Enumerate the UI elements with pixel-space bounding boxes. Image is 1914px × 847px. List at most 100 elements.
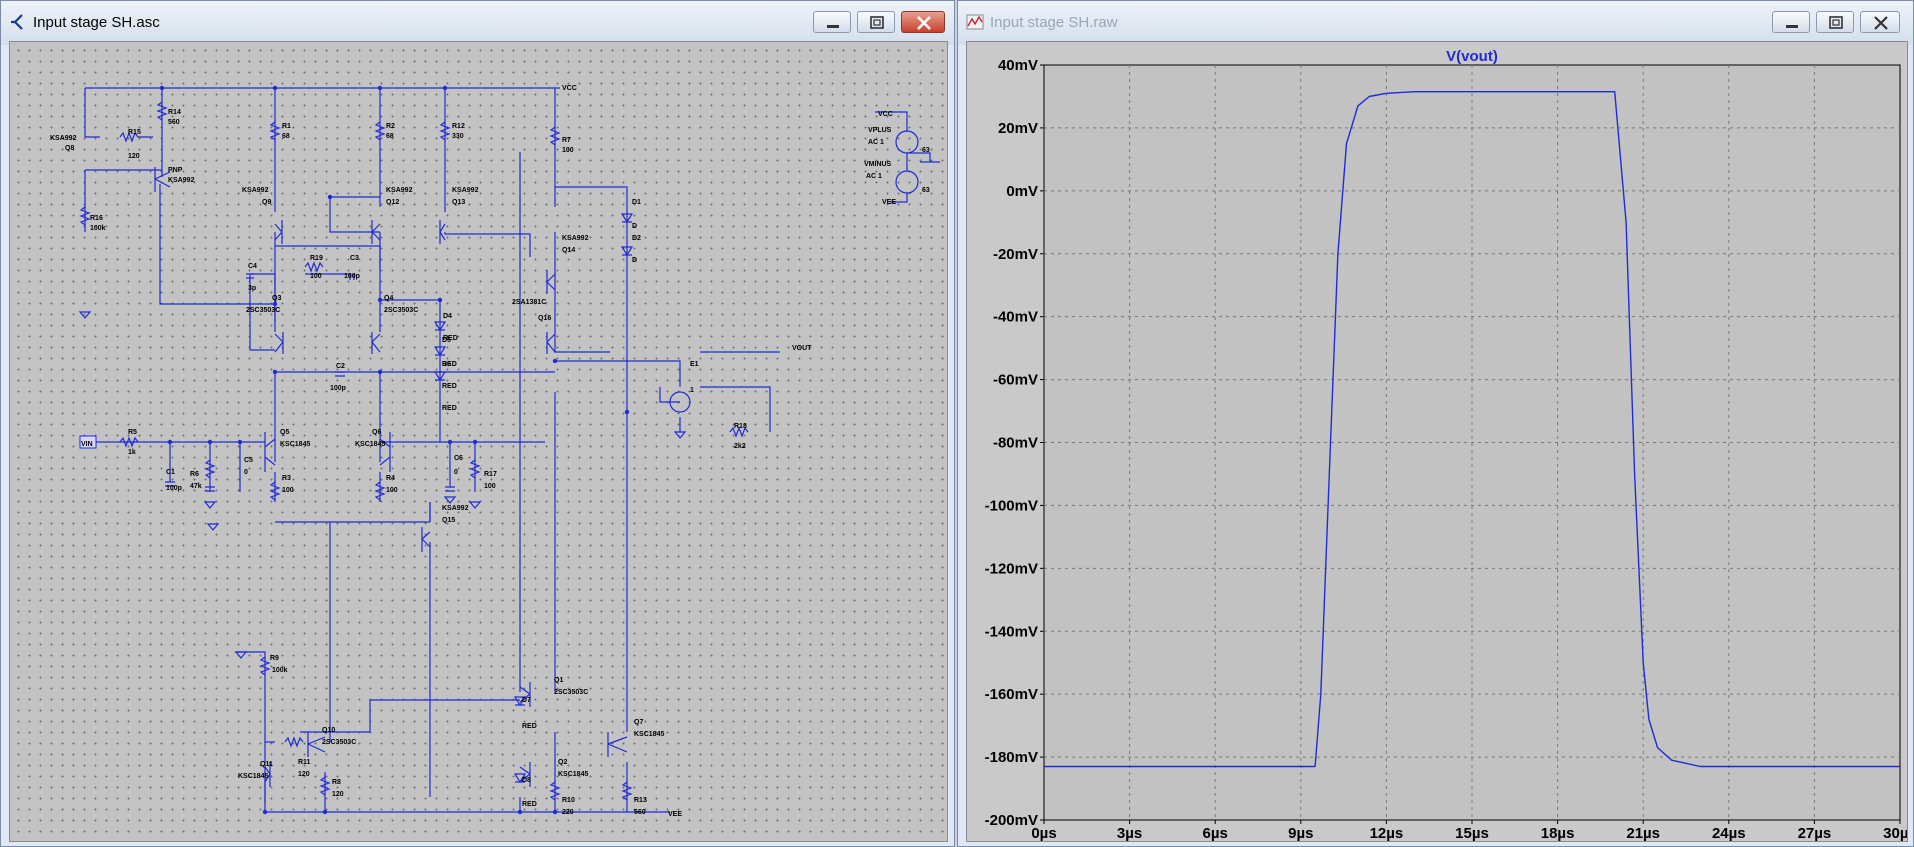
schematic-label-red5: RED [522, 723, 537, 730]
schematic-label-r10: R10 [562, 797, 575, 804]
schematic-label-c1v: 100p [166, 485, 182, 492]
schematic-label-r6: R6 [190, 471, 199, 478]
x-tick-label: 6µs [1203, 825, 1228, 841]
x-tick-label: 9µs [1288, 825, 1313, 841]
schematic-drawing[interactable]: R14 560 R15 120 KSA992 Q8 PNP KSA992 R16 100k R1 68… [10, 42, 947, 841]
schematic-label-q4: Q4 [384, 295, 393, 302]
schematic-label-r4: R4 [386, 475, 395, 482]
schematic-label-q16m: 2SA1381C [512, 299, 546, 306]
schematic-label-d1v: D [632, 223, 637, 230]
schematic-label-r9: R9 [270, 655, 279, 662]
schematic-label-c6: C6 [454, 455, 463, 462]
schematic-label-r9v: 100k [272, 667, 288, 674]
schematic-window-title: Input stage SH.asc [33, 14, 160, 31]
schematic-label-q15m: KSA992 [442, 505, 469, 512]
schematic-label-q7: Q7 [634, 719, 643, 726]
schematic-label-q12m: KSA992 [386, 187, 413, 194]
y-tick-label: -80mV [993, 435, 1038, 452]
schematic-label-q15: Q15 [442, 517, 455, 524]
schematic-label-r15v: 120 [128, 153, 140, 160]
schematic-label-q6: Q6 [372, 429, 381, 436]
schematic-label-c5: C5 [244, 457, 253, 464]
schematic-label-v63a: 63 [922, 147, 930, 154]
x-tick-label: 30µs [1883, 825, 1907, 841]
schematic-label-q9m: KSA992 [242, 187, 269, 194]
schematic-label-red4: RED [442, 405, 457, 412]
schematic-canvas[interactable]: R14 560 R15 120 KSA992 Q8 PNP KSA992 R16 100k R1 68… [9, 41, 948, 842]
schematic-label-r3v: 100 [282, 487, 294, 494]
close-button[interactable] [1860, 11, 1900, 33]
schematic-label-c6v: 0 [454, 469, 458, 476]
schematic-label-q13m: KSA992 [452, 187, 479, 194]
schematic-label-c2v: 100p [330, 385, 346, 392]
minimize-icon [827, 25, 839, 28]
schematic-label-vee2: VEE [882, 199, 896, 206]
schematic-label-q14: Q14 [562, 247, 575, 254]
y-tick-label: -180mV [985, 749, 1038, 766]
schematic-label-r11v: 120 [298, 771, 310, 778]
schematic-label-c3: C3 [350, 255, 359, 262]
x-tick-label: 12µs [1370, 825, 1404, 841]
waveform-title-bar[interactable]: Input stage SH.raw [958, 1, 1913, 45]
schematic-label-r1v: 68 [282, 133, 290, 140]
schematic-label-vcc: VCC [562, 85, 577, 92]
schematic-label-r5: R5 [128, 429, 137, 436]
schematic-label-q16: Q16 [538, 315, 551, 322]
schematic-label-r3: R3 [282, 475, 291, 482]
y-tick-label: 40mV [998, 57, 1038, 74]
schematic-label-vminus: VMINUS [864, 161, 892, 168]
y-tick-label: -40mV [993, 309, 1038, 326]
schematic-label-q12: Q12 [386, 199, 399, 206]
schematic-label-vin: VIN [81, 441, 93, 448]
schematic-label-c4: C4 [248, 263, 257, 270]
schematic-label-r7: R7 [562, 137, 571, 144]
maximize-button[interactable] [857, 11, 895, 33]
schematic-label-e1v: 1 [690, 387, 694, 394]
schematic-label-pnpm: KSA992 [168, 177, 195, 184]
schematic-label-r8v: 120 [332, 791, 344, 798]
schematic-label-q7m: KSC1845 [634, 731, 664, 738]
minimize-button[interactable] [813, 11, 851, 33]
close-button[interactable] [901, 11, 945, 33]
schematic-label-q11: Q11 [260, 761, 273, 768]
schematic-label-r2: R2 [386, 123, 395, 130]
close-icon [917, 16, 931, 30]
y-tick-label: -60mV [993, 372, 1038, 389]
schematic-label-v63b: 63 [922, 187, 930, 194]
schematic-label-pnp: PNP [168, 167, 183, 174]
x-tick-label: 3µs [1117, 825, 1142, 841]
schematic-label-q6m: KSC1845 [355, 441, 385, 448]
minimize-button[interactable] [1772, 11, 1810, 33]
schematic-label-r13: R13 [634, 797, 647, 804]
schematic-label-r1: R1 [282, 123, 291, 130]
y-tick-label: 0mV [1006, 183, 1038, 200]
schematic-label-q2m: KSC1845 [558, 771, 588, 778]
schematic-label-q10: Q10 [322, 727, 335, 734]
schematic-label-r5v: 1k [128, 449, 136, 456]
schematic-label-q5: Q5 [280, 429, 289, 436]
schematic-label-vcc2: VCC [878, 111, 893, 118]
schematic-label-r2v: 68 [386, 133, 394, 140]
schematic-label-q14m: KSA992 [562, 235, 589, 242]
schematic-label-q11m: KSC1845 [238, 773, 268, 780]
schematic-label-red3: RED [442, 383, 457, 390]
trace-title[interactable]: V(vout) [1446, 48, 1498, 65]
waveform-window-title: Input stage SH.raw [990, 14, 1118, 31]
y-tick-label: 20mV [998, 120, 1038, 137]
schematic-label-c5v: 0 [244, 469, 248, 476]
y-tick-label: -160mV [985, 686, 1038, 703]
schematic-label-red6: RED [522, 801, 537, 808]
schematic-label-q3: Q3 [272, 295, 281, 302]
x-tick-label: 18µs [1541, 825, 1575, 841]
schematic-label-e1: E1 [690, 361, 699, 368]
waveform-plot[interactable]: 0µs3µs6µs9µs12µs15µs18µs21µs24µs27µs30µs… [967, 42, 1913, 842]
schematic-title-bar[interactable]: Input stage SH.asc [1, 1, 954, 45]
schematic-label-c3v: 100p [344, 273, 360, 280]
plot-pane[interactable]: 0µs3µs6µs9µs12µs15µs18µs21µs24µs27µs30µs… [966, 41, 1913, 842]
schematic-label-r7v: 100 [562, 147, 574, 154]
schematic-label-r10v: 220 [562, 809, 574, 816]
waveform-app-icon [966, 14, 984, 30]
maximize-button[interactable] [1816, 11, 1854, 33]
schematic-label-r6v: 47k [190, 483, 202, 490]
schematic-label-r17: R17 [484, 471, 497, 478]
